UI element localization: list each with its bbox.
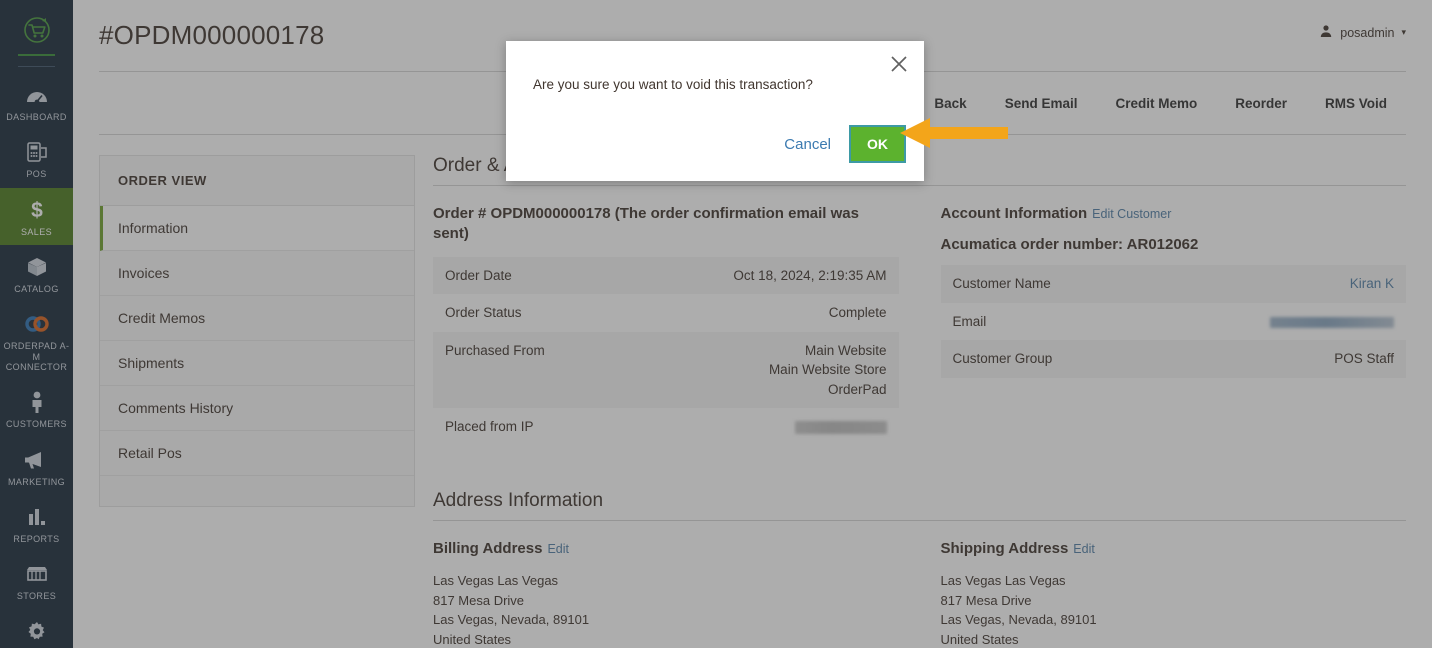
ok-button[interactable]: OK [849,125,906,163]
cancel-button[interactable]: Cancel [766,128,849,161]
modal-message: Are you sure you want to void this trans… [533,77,813,92]
void-confirmation-modal: Are you sure you want to void this trans… [506,41,924,181]
modal-actions: Cancel OK [766,125,906,163]
app-root: DASHBOARD POS $ SALES CATALOG ORDERPAD A… [0,0,1432,648]
close-icon[interactable] [884,49,914,79]
orange-arrow-annotation [900,116,1010,155]
